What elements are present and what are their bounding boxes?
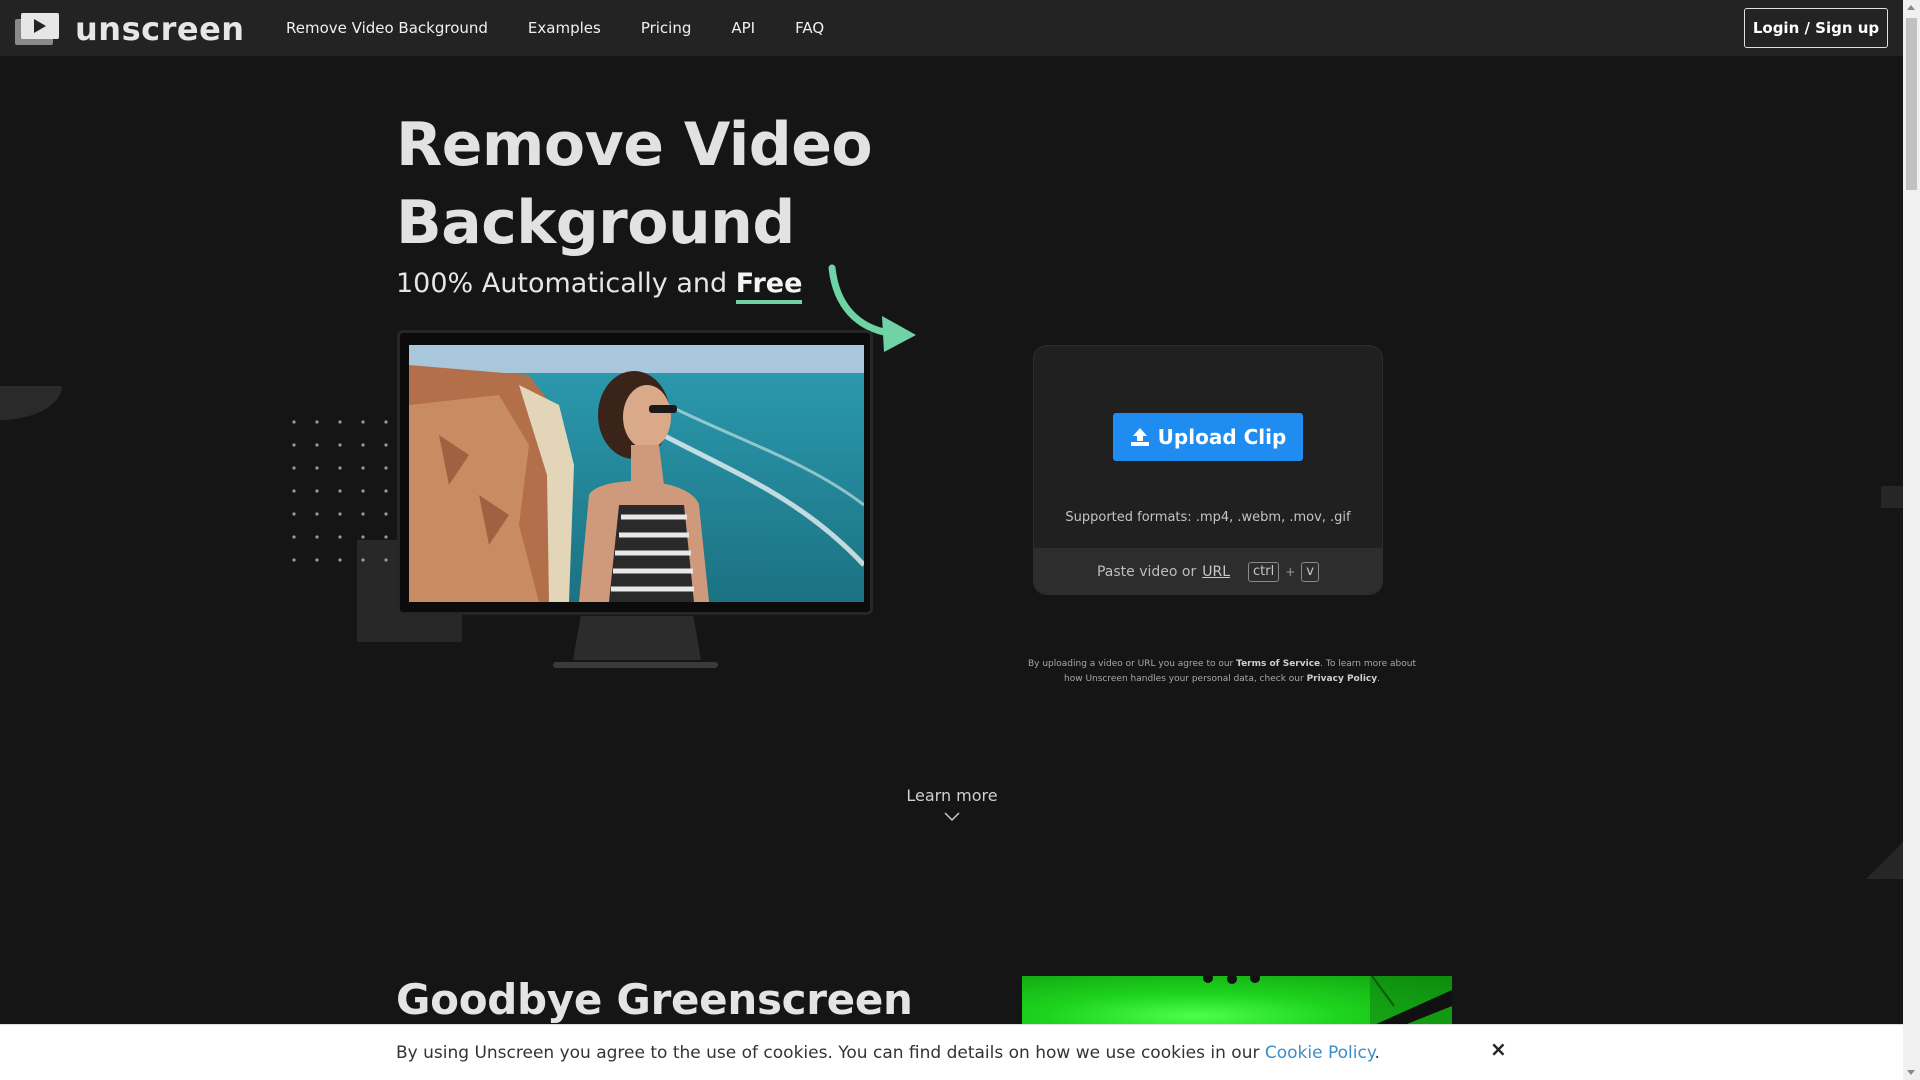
chevron-down-icon[interactable] [944, 812, 960, 822]
nav-pricing[interactable]: Pricing [641, 19, 692, 37]
paste-prefix: Paste video or [1096, 564, 1197, 580]
nav-remove-video-background[interactable]: Remove Video Background [286, 19, 488, 37]
decorative-dot-grid [292, 420, 388, 562]
key-plus: + [1285, 565, 1296, 579]
learn-more-link[interactable]: Learn more [880, 786, 1024, 805]
supported-formats: Supported formats: .mp4, .webm, .mov, .g… [1065, 510, 1351, 525]
page-scrollbar[interactable] [1903, 0, 1920, 1080]
decorative-square [1881, 486, 1903, 508]
logo-play-icon [15, 13, 59, 45]
terms-notice: By uploading a video or URL you agree to… [1020, 657, 1424, 687]
top-navbar: unscreen Remove Video Background Example… [0, 0, 1903, 56]
key-v: v [1301, 562, 1319, 582]
cookie-message: By using Unscreen you agree to the use o… [396, 1043, 1260, 1063]
demo-monitor [397, 330, 873, 615]
greenscreen-image [1022, 976, 1452, 1026]
key-ctrl: ctrl [1248, 562, 1280, 582]
decorative-triangle [1866, 842, 1903, 879]
hero-title-line1: Remove Video [396, 110, 873, 180]
terms-of-service-link[interactable]: Terms of Service [1236, 659, 1320, 669]
terms-text-3: . [1377, 674, 1380, 684]
privacy-policy-link[interactable]: Privacy Policy [1307, 674, 1378, 684]
paste-video-bar[interactable]: Paste video or URL ctrl + v [1034, 548, 1382, 594]
logo[interactable]: unscreen [15, 13, 245, 45]
scroll-up-icon[interactable] [1907, 5, 1915, 10]
cookie-suffix: . [1374, 1043, 1380, 1063]
nav-api[interactable]: API [731, 19, 755, 37]
login-signup-button[interactable]: Login / Sign up [1744, 8, 1888, 48]
decorative-half-circle [0, 386, 62, 420]
upload-clip-label: Upload Clip [1157, 425, 1287, 449]
greenscreen-illustration [1203, 976, 1452, 1026]
hero-subtitle-free: Free [735, 268, 803, 304]
close-icon[interactable]: × [1490, 1037, 1507, 1061]
cookie-text: By using Unscreen you agree to the use o… [396, 1043, 1380, 1063]
cookie-banner: By using Unscreen you agree to the use o… [0, 1024, 1903, 1080]
monitor-stand [573, 616, 701, 660]
hero-subtitle: 100% Automatically and Free [396, 268, 803, 304]
hero-title: Remove Video Background [396, 106, 873, 262]
hero-title-line2: Background [396, 188, 795, 258]
upload-clip-button[interactable]: Upload Clip [1113, 413, 1303, 461]
scroll-thumb[interactable] [1906, 18, 1917, 190]
upload-panel[interactable]: Upload Clip Supported formats: .mp4, .we… [1033, 345, 1383, 595]
main-nav: Remove Video Background Examples Pricing… [286, 0, 864, 56]
scroll-down-icon[interactable] [1907, 1070, 1915, 1075]
hero-subtitle-prefix: 100% Automatically and [396, 268, 728, 299]
paste-url-link[interactable]: URL [1202, 564, 1230, 580]
section-title-goodbye-greenscreen: Goodbye Greenscreen [396, 975, 913, 1024]
cookie-policy-link[interactable]: Cookie Policy [1265, 1043, 1375, 1063]
nav-examples[interactable]: Examples [528, 19, 601, 37]
monitor-stand-base [553, 662, 718, 668]
nav-faq[interactable]: FAQ [795, 19, 824, 37]
demo-video-illustration [409, 345, 864, 602]
logo-text: unscreen [75, 10, 245, 48]
upload-icon [1130, 428, 1149, 446]
terms-text-1: By uploading a video or URL you agree to… [1027, 659, 1234, 669]
demo-video-preview [409, 345, 864, 602]
